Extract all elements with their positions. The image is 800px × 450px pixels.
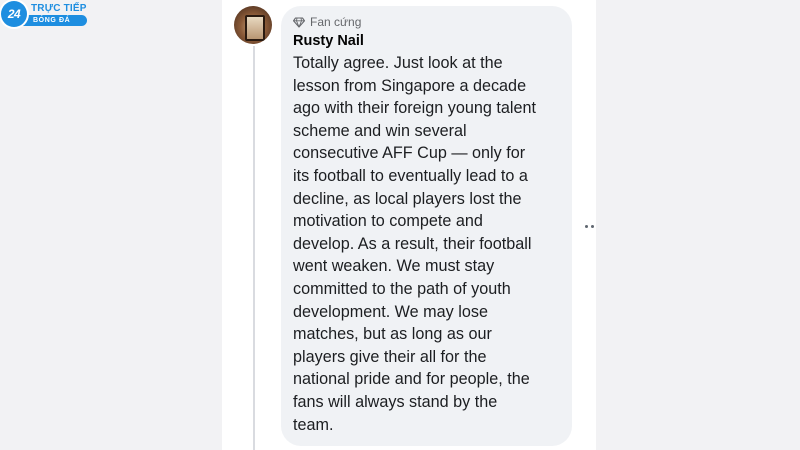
comment-bubble: Fan cứng Rusty Nail Totally agree. Just … xyxy=(281,6,572,446)
site-logo[interactable]: 24 TRỰC TIẾP BÓNG ĐÁ xyxy=(1,1,87,27)
comment-line: national pride and for people, the xyxy=(293,370,530,389)
comment-line: motivation to compete and xyxy=(293,212,483,231)
comment-line: team. xyxy=(293,415,334,434)
comment-line: develop. As a result, their football xyxy=(293,234,532,253)
comment-line: ago with their foreign young talent xyxy=(293,99,536,118)
logo-text: TRỰC TIẾP BÓNG ĐÁ xyxy=(23,3,87,26)
comment-author[interactable]: Rusty Nail xyxy=(293,33,364,49)
comment-line: scheme and win several xyxy=(293,121,467,140)
logo-mark: 24 xyxy=(1,1,27,27)
comment-line: development. We may lose xyxy=(293,302,488,321)
avatar[interactable] xyxy=(234,6,272,44)
comment-line: lesson from Singapore a decade xyxy=(293,76,527,95)
comment-line: players give their all for the xyxy=(293,347,487,366)
reply-thread-line xyxy=(253,46,255,450)
comment-line: matches, but as long as our xyxy=(293,325,492,344)
comment-line: fans will always stand by the xyxy=(293,392,498,411)
comment-line: decline, as local players lost the xyxy=(293,189,522,208)
diamond-icon xyxy=(293,16,305,28)
more-horizontal-icon xyxy=(591,224,594,228)
comment-line: Totally agree. Just look at the xyxy=(293,54,503,72)
comment-line: committed to the path of youth xyxy=(293,279,511,298)
more-options-button[interactable] xyxy=(585,221,599,231)
logo-line-1: TRỰC TIẾP xyxy=(31,2,87,14)
badge-label: Fan cứng xyxy=(310,15,362,29)
comment-line: consecutive AFF Cup — only for xyxy=(293,144,526,163)
comment-line: went weaken. We must stay xyxy=(293,257,495,276)
more-horizontal-icon xyxy=(585,224,588,228)
comment-line: its football to eventually lead to a xyxy=(293,166,528,185)
fan-badge: Fan cứng xyxy=(293,15,361,29)
logo-line-2: BÓNG ĐÁ xyxy=(23,14,87,26)
avatar-image xyxy=(245,15,265,41)
comment-text: Totally agree. Just look at the lesson f… xyxy=(293,52,565,436)
